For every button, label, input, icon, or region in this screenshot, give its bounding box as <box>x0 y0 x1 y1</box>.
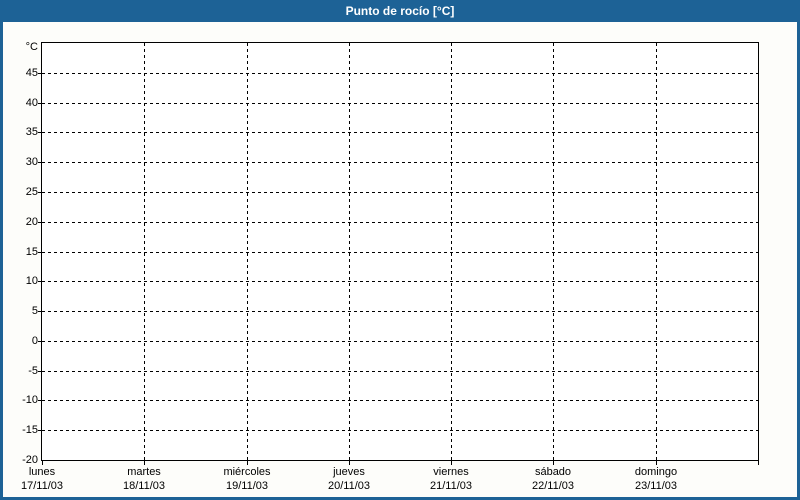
y-gridline <box>42 132 758 133</box>
y-axis-tick <box>38 222 42 223</box>
x-axis-date: 20/11/03 <box>327 480 370 492</box>
x-axis-day-name: sábado <box>534 466 572 478</box>
x-axis-label: domingo 23/11/03 <box>606 465 706 493</box>
y-gridline <box>42 371 758 372</box>
chart-title: Punto de rocío [°C] <box>345 4 455 18</box>
x-axis-day-name: jueves <box>333 466 365 478</box>
y-axis-tick <box>38 400 42 401</box>
y-axis-tick <box>38 73 42 74</box>
chart-title-bar: Punto de rocío [°C] <box>3 0 797 22</box>
x-axis-day-name: domingo <box>634 466 678 478</box>
x-axis-date: 19/11/03 <box>225 480 268 492</box>
x-axis-label: lunes 17/11/03 <box>3 465 92 493</box>
y-axis-tick <box>38 132 42 133</box>
y-axis-label: 20 <box>25 216 38 228</box>
x-axis-date: 17/11/03 <box>20 480 63 492</box>
x-axis-date: 23/11/03 <box>634 480 677 492</box>
x-axis-label: sábado 22/11/03 <box>503 465 603 493</box>
x-gridline <box>144 43 145 460</box>
y-axis-tick <box>38 281 42 282</box>
y-gridline <box>42 222 758 223</box>
y-gridline <box>42 281 758 282</box>
x-axis-label: miércoles 19/11/03 <box>197 465 297 493</box>
y-axis-label: 40 <box>25 97 38 109</box>
y-gridline <box>42 311 758 312</box>
y-axis-label: 25 <box>25 186 38 198</box>
y-gridline <box>42 73 758 74</box>
x-axis-day-name: martes <box>127 466 161 478</box>
y-axis-label: 35 <box>25 126 38 138</box>
x-axis-label: viernes 21/11/03 <box>401 465 501 493</box>
y-axis-tick <box>38 371 42 372</box>
y-axis-label: 10 <box>25 275 38 287</box>
x-gridline <box>451 43 452 460</box>
x-gridline <box>656 43 657 460</box>
y-axis-tick <box>38 192 42 193</box>
y-gridline <box>42 430 758 431</box>
x-axis-label: jueves 20/11/03 <box>299 465 399 493</box>
y-gridline <box>42 400 758 401</box>
y-axis-tick <box>38 252 42 253</box>
y-gridline <box>42 252 758 253</box>
x-axis-date: 18/11/03 <box>122 480 165 492</box>
y-axis-label: 0 <box>31 335 38 347</box>
y-gridline <box>42 103 758 104</box>
x-gridline <box>553 43 554 460</box>
y-gridline <box>42 192 758 193</box>
y-axis-tick <box>38 103 42 104</box>
y-axis-tick <box>38 430 42 431</box>
y-axis-label: 45 <box>25 67 38 79</box>
x-axis-day-name: viernes <box>433 466 469 478</box>
y-axis-label: -5 <box>28 365 38 377</box>
x-axis-date: 22/11/03 <box>531 480 574 492</box>
y-axis-tick <box>38 162 42 163</box>
x-axis-tick <box>758 461 759 465</box>
y-axis-tick <box>38 341 42 342</box>
y-gridline <box>42 162 758 163</box>
y-axis-label: -15 <box>22 424 38 436</box>
x-axis-day-name: miércoles <box>223 466 271 478</box>
x-axis-label: martes 18/11/03 <box>94 465 194 493</box>
x-axis-day-name: lunes <box>28 466 56 478</box>
y-axis-label: 5 <box>31 305 38 317</box>
y-axis-label: 30 <box>25 156 38 168</box>
x-axis-date: 21/11/03 <box>429 480 472 492</box>
y-axis-unit-label: °C <box>25 41 38 53</box>
chart-window: Punto de rocío [°C] °C 45 40 35 30 25 20 15 10 5… <box>0 0 800 500</box>
x-gridline <box>247 43 248 460</box>
y-gridline <box>42 341 758 342</box>
y-axis-label: 15 <box>25 246 38 258</box>
y-axis-label: -10 <box>22 394 38 406</box>
x-gridline <box>349 43 350 460</box>
y-axis-tick <box>38 311 42 312</box>
